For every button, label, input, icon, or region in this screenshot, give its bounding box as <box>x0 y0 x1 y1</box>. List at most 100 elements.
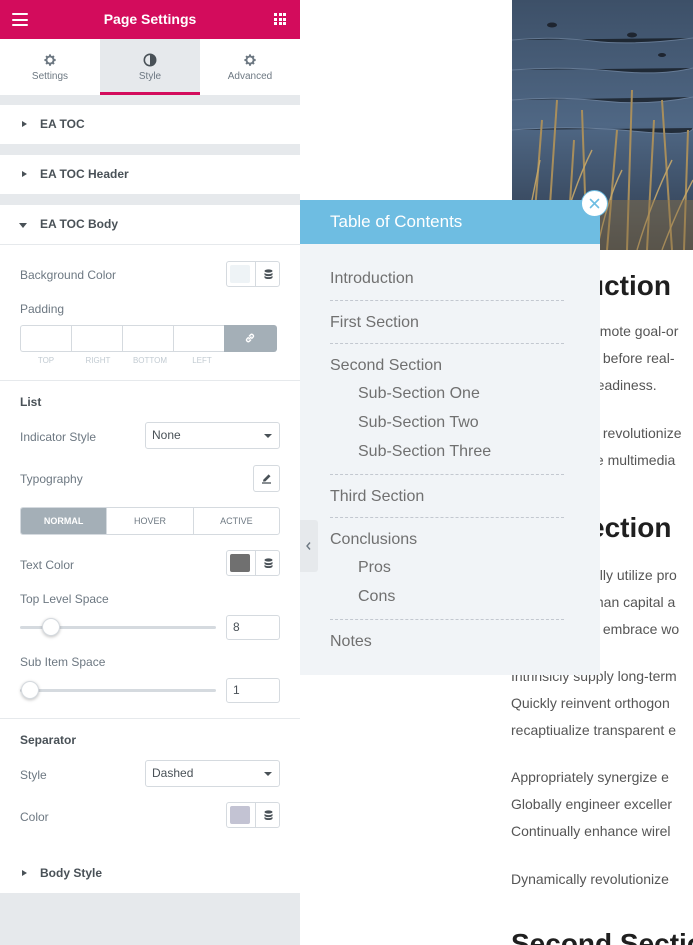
separator-heading: Separator <box>20 733 77 747</box>
global-colors-icon[interactable] <box>255 551 280 575</box>
section-body-style[interactable]: Body Style <box>0 854 300 893</box>
padding-side-label: RIGHT <box>85 356 111 365</box>
slider-handle[interactable] <box>42 618 60 636</box>
gear-icon <box>44 54 56 66</box>
sub-item-space-label: Sub Item Space <box>20 655 106 669</box>
toc-link-sub-section-one[interactable]: Sub-Section One <box>358 385 592 403</box>
separator-style-value: Dashed <box>152 766 194 780</box>
panel-header: Page Settings <box>0 0 300 39</box>
toc-link-cons[interactable]: Cons <box>358 588 592 606</box>
padding-control <box>20 325 280 352</box>
divider <box>0 380 300 381</box>
caret-down-icon <box>264 434 272 438</box>
color-swatch[interactable] <box>230 265 250 283</box>
article-text: omote goal-or <box>592 323 679 339</box>
toc-link-sub-section-two[interactable]: Sub-Section Two <box>358 414 592 432</box>
section-title: EA TOC Body <box>40 217 119 231</box>
toc-link-first-section[interactable]: First Section <box>330 314 564 332</box>
color-swatch[interactable] <box>230 806 250 824</box>
toc-separator <box>330 474 564 475</box>
article-text: y revolutionize <box>592 425 682 441</box>
background-color-label: Background Color <box>20 268 117 282</box>
padding-top-input[interactable] <box>20 325 71 352</box>
tab-label: Settings <box>31 71 69 82</box>
toc-link-second-section[interactable]: Second Section <box>330 357 564 375</box>
panel-title: Page Settings <box>103 11 197 27</box>
article-text: s before real- <box>592 350 675 366</box>
article-text: recaptiualize transparent e <box>511 722 676 738</box>
padding-bottom-input[interactable] <box>122 325 173 352</box>
padding-right-input[interactable] <box>71 325 122 352</box>
section-ea-toc-body[interactable]: EA TOC Body <box>0 205 300 244</box>
separator-style-label: Style <box>20 768 47 782</box>
tab-advanced[interactable]: Advanced <box>200 39 300 95</box>
separator-style-select[interactable]: Dashed <box>145 760 280 787</box>
toc-link-pros[interactable]: Pros <box>358 559 592 577</box>
caret-right-icon <box>22 870 27 876</box>
tab-normal[interactable]: NORMAL <box>21 508 107 534</box>
panel-tabs: Settings Style Advanced <box>0 39 300 95</box>
article-text: y embrace wo <box>592 621 680 637</box>
article-text: Continually enhance wirel <box>511 823 671 839</box>
section-ea-toc[interactable]: EA TOC <box>0 105 300 144</box>
padding-side-label: BOTTOM <box>132 356 168 365</box>
toc-link-introduction[interactable]: Introduction <box>330 270 564 288</box>
section-ea-toc-header[interactable]: EA TOC Header <box>0 155 300 194</box>
sub-item-space-slider[interactable] <box>20 689 216 692</box>
chevron-left-icon <box>306 542 311 550</box>
grid-icon[interactable] <box>274 13 286 25</box>
slider-handle[interactable] <box>21 681 39 699</box>
indicator-style-select[interactable]: None <box>145 422 280 449</box>
global-colors-icon[interactable] <box>255 803 280 827</box>
article-text: Quickly reinvent orthogon <box>511 695 670 711</box>
tab-active[interactable]: ACTIVE <box>192 508 279 534</box>
top-level-space-input[interactable]: 8 <box>226 615 280 640</box>
typography-edit-button[interactable] <box>253 465 280 492</box>
divider <box>0 718 300 719</box>
section-title: EA TOC <box>40 117 85 131</box>
toc-link-notes[interactable]: Notes <box>330 633 564 651</box>
caret-down-icon <box>264 772 272 776</box>
article-text: Globally engineer exceller <box>511 796 673 812</box>
article-text: te multimedia <box>592 452 676 468</box>
close-icon <box>589 198 600 209</box>
text-color-picker[interactable] <box>226 550 280 576</box>
caret-right-icon <box>22 121 27 127</box>
separator-color-label: Color <box>20 810 49 824</box>
list-heading: List <box>20 395 42 409</box>
global-colors-icon[interactable] <box>255 262 280 286</box>
tab-settings[interactable]: Settings <box>0 39 100 95</box>
color-swatch[interactable] <box>230 554 250 572</box>
half-circle-icon <box>143 53 157 67</box>
panel-collapse-handle[interactable] <box>300 520 318 572</box>
toc-separator <box>330 619 564 620</box>
article-heading: ection <box>589 512 672 543</box>
padding-left-input[interactable] <box>173 325 224 352</box>
caret-right-icon <box>22 171 27 177</box>
separator-color-picker[interactable] <box>226 802 280 828</box>
toc-link-sub-section-three[interactable]: Sub-Section Three <box>358 443 592 461</box>
caret-down-icon <box>19 223 27 228</box>
top-level-space-label: Top Level Space <box>20 592 109 606</box>
tab-label: Style <box>138 71 162 82</box>
background-color-picker[interactable] <box>226 261 280 287</box>
tab-style[interactable]: Style <box>100 39 200 95</box>
state-tabs: NORMAL HOVER ACTIVE <box>20 507 280 535</box>
toc-separator <box>330 343 564 344</box>
link-values-button[interactable] <box>224 325 277 352</box>
article-text: readiness. <box>592 377 657 393</box>
settings-panel: Page Settings Settings Style Advanced EA… <box>0 0 300 945</box>
tab-hover[interactable]: HOVER <box>106 508 192 534</box>
link-icon <box>245 333 255 343</box>
toc-link-third-section[interactable]: Third Section <box>330 488 564 506</box>
typography-label: Typography <box>20 472 83 486</box>
article-heading: Second Sectio <box>511 928 693 945</box>
article-text: ally utilize pro <box>592 567 677 583</box>
section-title: EA TOC Header <box>40 167 129 181</box>
toc-close-button[interactable] <box>581 190 608 217</box>
article-text: Appropriately synergize e <box>511 769 669 785</box>
toc-link-conclusions[interactable]: Conclusions <box>330 531 564 549</box>
toc-separator <box>330 517 564 518</box>
article-text: Dynamically revolutionize <box>511 871 669 887</box>
sub-item-space-input[interactable]: 1 <box>226 678 280 703</box>
